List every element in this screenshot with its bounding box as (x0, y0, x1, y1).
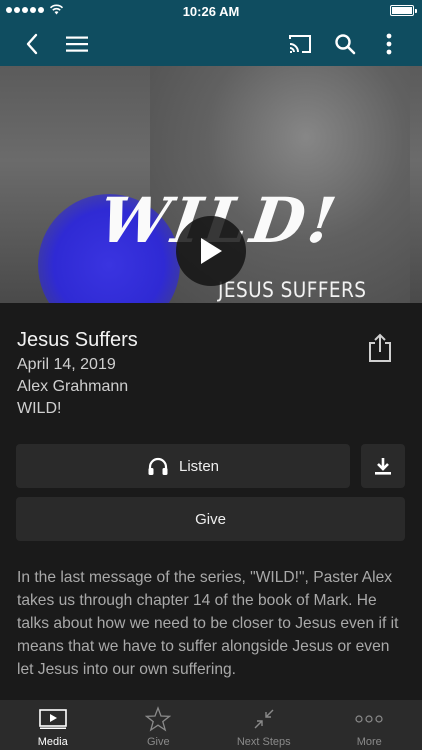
search-icon (335, 34, 356, 55)
artwork-subtitle: JESUS SUFFERS (218, 278, 367, 302)
back-button[interactable] (12, 22, 52, 66)
play-icon (201, 238, 222, 264)
sermon-series: WILD! (17, 400, 62, 417)
sermon-speaker: Alex Grahmann (17, 378, 129, 395)
ellipsis-icon (355, 715, 383, 723)
listen-label: Listen (178, 457, 220, 475)
menu-button[interactable] (57, 22, 97, 66)
search-button[interactable] (325, 22, 365, 66)
tab-give[interactable]: Give (106, 700, 212, 750)
status-bar: 10:26 AM (0, 0, 422, 22)
share-button[interactable] (366, 333, 394, 363)
play-button[interactable] (176, 216, 246, 286)
sermon-title: Jesus Suffers (17, 329, 138, 351)
share-icon (369, 333, 391, 362)
cast-icon (289, 35, 311, 53)
tab-next-steps[interactable]: Next Steps (211, 700, 317, 750)
vertical-ellipsis-icon (386, 33, 392, 55)
give-button[interactable]: Give (16, 497, 405, 541)
sermon-date: April 14, 2019 (17, 356, 116, 373)
listen-button[interactable]: Listen (16, 444, 350, 488)
tab-bar: Media Give Next Steps More (0, 700, 422, 750)
compress-arrows-icon (254, 709, 274, 729)
download-button[interactable] (361, 444, 405, 488)
tab-give-label: Give (146, 736, 170, 748)
battery-icon (390, 5, 417, 16)
tab-media[interactable]: Media (0, 700, 106, 750)
download-icon (375, 458, 391, 475)
headphones-icon (148, 457, 168, 475)
media-icon (38, 709, 67, 729)
tab-media-label: Media (37, 736, 68, 748)
status-time: 10:26 AM (182, 4, 240, 19)
tab-more[interactable]: More (317, 700, 422, 750)
tab-more-label: More (356, 736, 382, 748)
hamburger-icon (66, 36, 88, 52)
sermon-artwork: WILD! JESUS SUFFERS (0, 66, 422, 303)
nav-bar (0, 22, 422, 66)
sermon-description: In the last message of the series, "WILD… (17, 569, 399, 678)
give-label: Give (195, 510, 226, 528)
chevron-left-icon (26, 33, 38, 55)
cast-button[interactable] (280, 22, 320, 66)
tab-next-steps-label: Next Steps (236, 736, 291, 748)
more-options-button[interactable] (369, 22, 409, 66)
star-icon (145, 706, 172, 732)
